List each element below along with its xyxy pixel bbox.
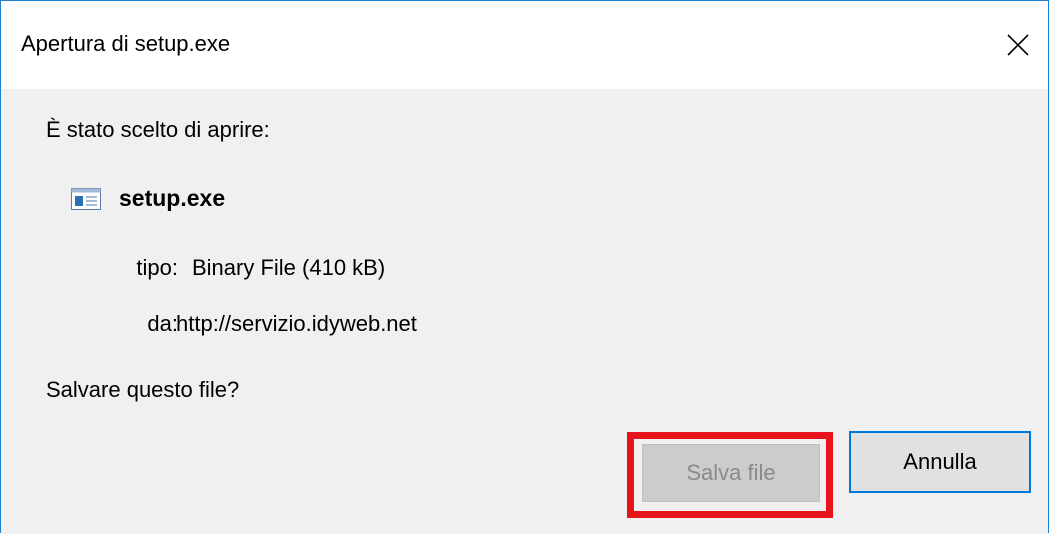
file-name: setup.exe: [119, 185, 226, 211]
save-file-dialog: Apertura di setup.exe È stato scelto di …: [0, 0, 1049, 534]
type-value: Binary File (410 kB): [192, 255, 386, 280]
type-label: tipo:: [136, 255, 178, 280]
close-button[interactable]: [988, 1, 1048, 89]
dialog-body: È stato scelto di aprire: setup.exe tipo…: [1, 89, 1048, 534]
file-icon: [71, 187, 101, 210]
save-question: Salvare questo file?: [46, 377, 240, 402]
source-value: http://servizio.idyweb.net: [176, 311, 417, 336]
source-label: da:: [147, 311, 178, 336]
close-icon: [1007, 34, 1029, 56]
title-bar: Apertura di setup.exe: [1, 1, 1048, 89]
file-row: setup.exe: [71, 185, 225, 212]
save-file-button[interactable]: Salva file: [642, 444, 820, 502]
cancel-button[interactable]: Annulla: [849, 431, 1031, 493]
dialog-title: Apertura di setup.exe: [21, 31, 231, 56]
intro-text: È stato scelto di aprire:: [46, 117, 270, 142]
